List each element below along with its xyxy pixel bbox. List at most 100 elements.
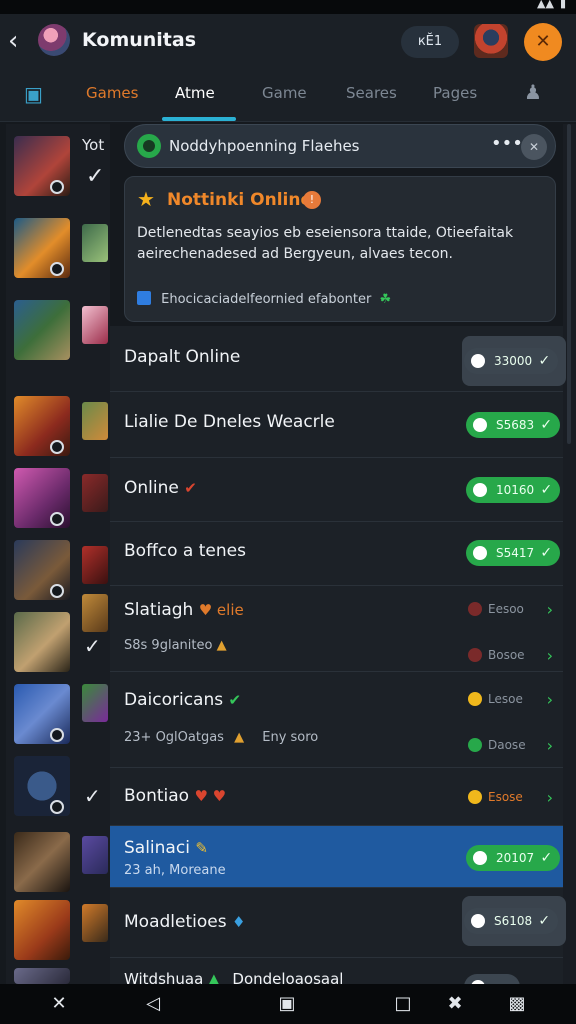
status-text: Bosoe xyxy=(468,648,525,662)
game-thumbnail[interactable] xyxy=(14,300,70,360)
list-item[interactable]: Moadletioes ♦ S6108 ✓ xyxy=(110,888,566,958)
chevron-right-icon[interactable]: › xyxy=(547,690,553,709)
card-title: Nottinki Online xyxy=(167,190,312,210)
check-icon: ✓ xyxy=(538,353,551,369)
game-thumbnail[interactable] xyxy=(14,900,70,960)
game-thumbnail[interactable] xyxy=(14,468,70,528)
status-pill[interactable]: 10160 ✓ xyxy=(466,477,561,503)
scroll-track[interactable] xyxy=(563,124,576,984)
checkbox-icon[interactable] xyxy=(137,291,151,305)
game-thumbnail[interactable] xyxy=(14,756,70,816)
page-title: Komunitas xyxy=(82,29,197,51)
game-mini-thumbnail[interactable] xyxy=(82,594,108,632)
header-pill-button[interactable]: кӖ1 xyxy=(401,26,459,58)
list-item[interactable]: Slatiagh ♥ elie S8s 9glaniteo ▲ Eesoo › … xyxy=(110,586,563,672)
game-mini-thumbnail[interactable] xyxy=(82,402,108,440)
tab-search[interactable]: Seares xyxy=(346,84,397,102)
status-pill[interactable]: S5417 ✓ xyxy=(466,540,561,566)
status-value: S6108 xyxy=(494,914,533,928)
chevron-right-icon[interactable]: › xyxy=(547,788,553,807)
scrollbar-thumb[interactable] xyxy=(567,124,571,444)
screenshot-icon[interactable]: ▩ xyxy=(506,993,528,1015)
item-name-text: Bontiao xyxy=(124,786,190,806)
game-thumbnail[interactable] xyxy=(14,136,70,196)
card-footer: Ehocicaciadelfeornied efabonter ☘ xyxy=(137,291,391,307)
flame-icon: ▲ xyxy=(234,730,245,745)
status-pill[interactable]: S6108 ✓ xyxy=(464,908,559,934)
game-mini-thumbnail[interactable] xyxy=(82,546,108,584)
item-name: Online ✔ xyxy=(124,478,197,498)
list-item[interactable]: Lialie De Dneles Weacrle S5683 ✓ xyxy=(110,392,563,458)
status-dot xyxy=(471,354,485,368)
list-item[interactable]: Dapalt Online 33000 ✓ xyxy=(110,326,566,392)
status-dot xyxy=(468,738,482,752)
item-subtitle-text: S8s 9glaniteo xyxy=(124,638,213,653)
game-mini-thumbnail[interactable] xyxy=(82,306,108,344)
game-mini-thumbnail[interactable] xyxy=(82,904,108,942)
chevron-right-icon[interactable]: › xyxy=(547,736,553,755)
status-pill[interactable]: 33000 ✓ xyxy=(464,348,559,374)
status-value: Daose xyxy=(488,738,526,752)
game-mini-thumbnail[interactable] xyxy=(82,836,108,874)
active-tab-indicator xyxy=(162,117,236,121)
item-name: Salinaci ✎ xyxy=(124,838,208,858)
status-dot xyxy=(473,418,487,432)
status-dot xyxy=(473,851,487,865)
tab-atme[interactable]: Atme xyxy=(175,84,215,102)
status-pill[interactable] xyxy=(464,974,520,984)
chevron-right-icon[interactable]: › xyxy=(547,646,553,665)
close-icon[interactable]: ✕ xyxy=(521,134,547,160)
status-text: Esose xyxy=(468,790,523,804)
header-game-thumbnail[interactable] xyxy=(474,24,508,58)
alert-badge: ! xyxy=(303,191,321,209)
app-header: ‹ Komunitas кӖ1 ✕ xyxy=(0,14,576,70)
status-pill[interactable]: S5683 ✓ xyxy=(466,412,561,438)
flame-icon: ▲ xyxy=(216,638,227,653)
status-dot xyxy=(468,648,482,662)
status-dot xyxy=(50,180,64,194)
game-thumbnail[interactable] xyxy=(14,612,70,672)
game-thumbnail[interactable] xyxy=(14,968,70,984)
back-arrow-icon[interactable]: ‹ xyxy=(8,26,32,56)
notification-card[interactable]: ★ Nottinki Online ! Detlenedtas seayios … xyxy=(124,176,556,322)
item-subtitle: 23+ OglOatgas ▲ Eny soro xyxy=(124,730,318,745)
heart-icon: ♥ elie xyxy=(198,601,244,619)
pencil-icon: ✎ xyxy=(195,839,208,857)
list-item[interactable]: Daicoricans ✔ 23+ OglOatgas ▲ Eny soro L… xyxy=(110,672,563,768)
more-icon[interactable]: ••• xyxy=(491,133,523,154)
game-thumbnail[interactable] xyxy=(14,396,70,456)
item-name-text: Slatiagh xyxy=(124,600,194,620)
game-mini-thumbnail[interactable] xyxy=(82,684,108,722)
game-thumbnail[interactable] xyxy=(14,218,70,278)
list-item[interactable]: Bontiao ♥ ♥ Esose › xyxy=(110,768,563,826)
gamepad-icon[interactable]: ✖ xyxy=(444,993,466,1015)
home-icon[interactable]: ▣ xyxy=(276,993,298,1015)
calendar-icon[interactable]: ▣ xyxy=(24,82,48,106)
status-pill[interactable]: 20107 ✓ xyxy=(466,845,561,871)
game-thumbnail[interactable] xyxy=(14,684,70,744)
list-item[interactable]: Boffco a tenes S5417 ✓ xyxy=(110,522,563,586)
tab-game[interactable]: Game xyxy=(262,84,307,102)
item-name-text: Witdshuaa xyxy=(124,970,204,984)
list-item[interactable]: Online ✔ 10160 ✓ xyxy=(110,458,563,522)
status-dot xyxy=(473,483,487,497)
user-icon[interactable]: ♟ xyxy=(524,80,550,106)
tab-games[interactable]: Games xyxy=(86,84,138,102)
signal-icon: ▲▲ xyxy=(537,0,554,10)
community-avatar[interactable] xyxy=(38,24,70,56)
list-item-selected[interactable]: Salinaci ✎ 23 ah, Moreane 20107 ✓ xyxy=(110,826,563,888)
game-thumbnail[interactable] xyxy=(14,540,70,600)
notification-bar[interactable]: Noddyhpoenning Flaehes ••• ✕ xyxy=(124,124,556,168)
tab-pages[interactable]: Pages xyxy=(433,84,477,102)
item-name: Moadletioes ♦ xyxy=(124,912,245,932)
recent-apps-icon[interactable]: ✕ xyxy=(48,993,70,1015)
list-item[interactable]: Witdshuaa ▲ Dondeloaosaal xyxy=(110,958,563,984)
game-thumbnail[interactable] xyxy=(14,832,70,892)
game-mini-thumbnail[interactable] xyxy=(82,474,108,512)
chevron-right-icon[interactable]: › xyxy=(547,600,553,619)
back-icon[interactable]: ◁ xyxy=(142,993,164,1015)
profile-badge-button[interactable]: ✕ xyxy=(524,23,562,61)
game-mini-thumbnail[interactable] xyxy=(82,224,108,262)
leaf-icon: ☘ xyxy=(379,292,392,307)
overview-icon[interactable]: □ xyxy=(392,993,414,1015)
